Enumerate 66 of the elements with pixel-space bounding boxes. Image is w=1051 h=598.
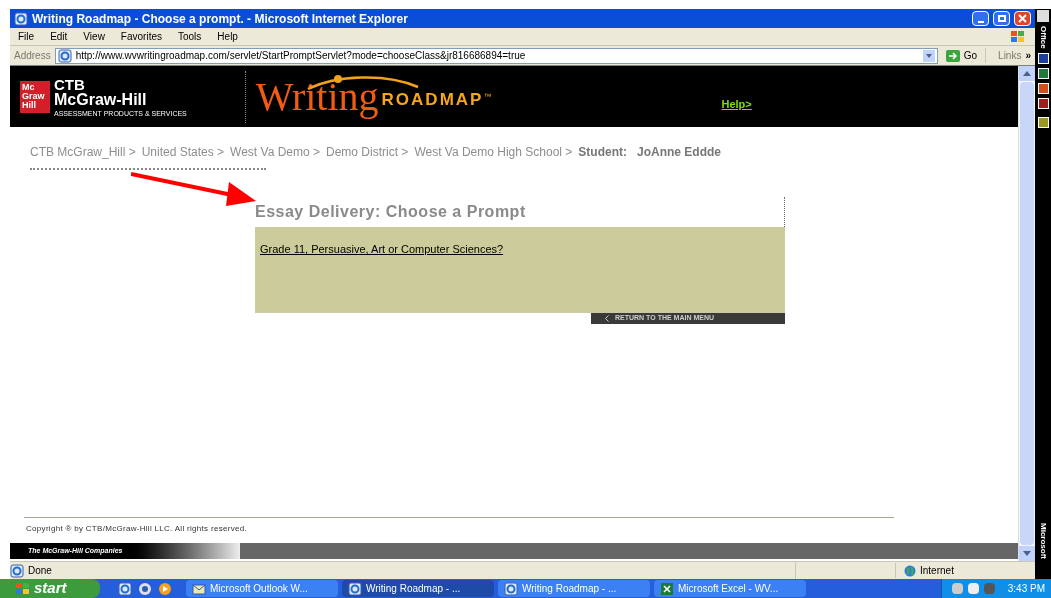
office-label: Office	[1039, 26, 1047, 49]
more-button[interactable]: »	[1025, 48, 1031, 63]
page-heading: Essay Delivery: Choose a Prompt	[255, 202, 526, 222]
brand-label: CTB	[54, 76, 86, 92]
browser-icon	[14, 11, 28, 26]
office-brand: Microsoft	[1039, 523, 1047, 559]
logo-script: Writing	[255, 76, 379, 117]
taskbar-button[interactable]: Microsoft Excel - WV...	[654, 580, 806, 597]
close-button[interactable]	[1014, 11, 1031, 26]
chevron-left-icon	[605, 315, 609, 322]
menu-item[interactable]: Tools	[178, 29, 202, 44]
links-button[interactable]: Links	[985, 48, 1022, 63]
minimize-button[interactable]	[972, 11, 989, 26]
media-player-icon[interactable]	[158, 581, 172, 596]
taskbar-button[interactable]: Writing Roadmap - ...	[342, 580, 494, 597]
copyright-text: Copyright ® by CTB/McGraw-Hill LLC. All rights reserved.	[26, 523, 248, 535]
restore-button[interactable]	[993, 11, 1010, 26]
window-title: Writing Roadmap - Choose a prompt. - Microsoft Internet Explorer	[32, 10, 408, 28]
logo-caps: ROADMAP	[381, 89, 484, 111]
breadcrumb-link[interactable]: West Va Demo High School >	[414, 143, 573, 161]
student-label: Student:	[578, 144, 627, 161]
tray-icon[interactable]	[967, 583, 979, 594]
app-icon[interactable]	[1037, 97, 1049, 109]
clock-text: 3:43 PM	[1007, 582, 1045, 596]
windows-flag-icon	[16, 582, 30, 595]
start-button[interactable]: start	[0, 579, 100, 598]
page-icon	[10, 563, 24, 578]
address-label: Address	[14, 49, 51, 63]
address-field[interactable]: http://www.wvwritingroadmap.com/servlet/StartPromptServlet?mode=chooseClass&jr816686894=true	[54, 47, 938, 64]
windows-flag-icon	[1009, 29, 1027, 44]
prompt-link[interactable]: Grade 11, Persuasive, Art or Computer Sciences?	[260, 241, 504, 258]
zone-label: Internet	[920, 564, 954, 578]
browser-icon	[504, 581, 518, 596]
publisher-logo: Mc Graw Hill	[20, 80, 50, 113]
menu-item[interactable]: Favorites	[120, 29, 162, 44]
help-link[interactable]: Help>	[721, 96, 752, 113]
scrollbar[interactable]	[1018, 66, 1035, 561]
close-icon	[1018, 14, 1027, 23]
taskbar-button[interactable]: Microsoft Outlook W...	[186, 580, 338, 597]
app-icon[interactable]	[1037, 52, 1049, 64]
menu-item[interactable]: View	[83, 29, 105, 44]
page-icon	[57, 48, 72, 63]
scroll-down-icon[interactable]	[1023, 551, 1031, 556]
scroll-up-icon[interactable]	[1023, 71, 1031, 76]
app-icon[interactable]	[1037, 116, 1049, 128]
student-name: JoAnne Eddde	[637, 144, 721, 161]
go-button[interactable]: Go	[941, 48, 982, 63]
breadcrumb-link[interactable]: Demo District >	[326, 143, 409, 161]
globe-icon	[904, 564, 916, 577]
breadcrumb-link[interactable]: CTB McGraw_Hill >	[30, 143, 136, 161]
arrow-right-icon	[945, 49, 960, 62]
spreadsheet-icon	[660, 581, 674, 596]
brand-name: McGraw-Hill	[54, 91, 148, 108]
menu-item[interactable]: Help	[217, 29, 238, 44]
browser-icon	[348, 581, 362, 596]
status-text: Done	[28, 564, 53, 578]
trademark-mark: ™	[483, 90, 492, 103]
menu-item[interactable]: Edit	[50, 29, 68, 44]
dropdown-icon[interactable]	[922, 49, 935, 62]
menu-item[interactable]: File	[18, 29, 35, 44]
browser-icon	[118, 581, 132, 596]
taskbar-button[interactable]: Writing Roadmap - ...	[498, 580, 650, 597]
app-icon[interactable]	[1037, 82, 1049, 94]
breadcrumb-link[interactable]: United States >	[141, 143, 225, 161]
app-icon[interactable]	[1037, 67, 1049, 79]
breadcrumb-link[interactable]: West Va Demo >	[230, 143, 320, 161]
